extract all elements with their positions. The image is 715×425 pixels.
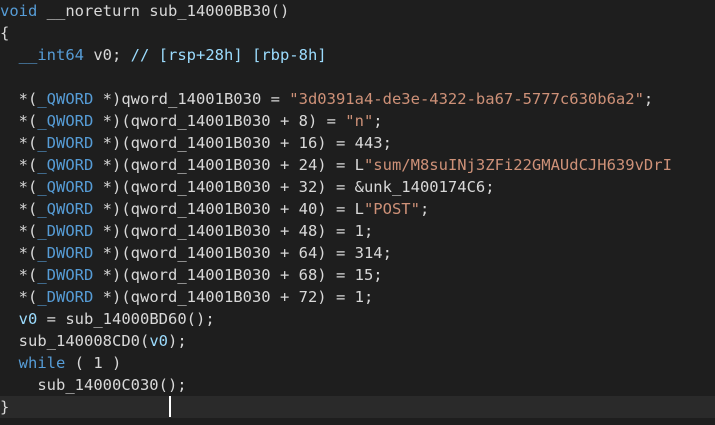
code-token[interactable]: sub_14000C030(); bbox=[0, 376, 186, 394]
code-line[interactable]: *(_DWORD *)(qword_14001B030 + 72) = 1; bbox=[0, 286, 374, 308]
code-token[interactable]: *( bbox=[0, 178, 38, 196]
code-token[interactable]: ; bbox=[644, 90, 653, 108]
code-line[interactable]: { bbox=[0, 22, 9, 44]
code-token[interactable]: *( bbox=[0, 200, 38, 218]
code-line[interactable]: *(_DWORD *)(qword_14001B030 + 68) = 15; bbox=[0, 264, 383, 286]
code-token[interactable]: *( bbox=[0, 222, 38, 240]
code-token[interactable]: __noreturn sub_14000BB30() bbox=[37, 2, 290, 20]
code-line[interactable]: void __noreturn sub_14000BB30() bbox=[0, 0, 289, 22]
code-token[interactable]: *( bbox=[0, 134, 38, 152]
code-token[interactable]: *)(qword_14001B030 + 48) = 1; bbox=[93, 222, 374, 240]
code-token[interactable]: *)qword_14001B030 = bbox=[93, 90, 289, 108]
code-line[interactable]: sub_14000C030(); bbox=[0, 374, 186, 396]
code-line[interactable]: *(_DWORD *)(qword_14001B030 + 16) = 443; bbox=[0, 132, 392, 154]
code-token[interactable]: *)(qword_14001B030 + 40) = L bbox=[93, 200, 364, 218]
code-line[interactable]: *(_QWORD *)(qword_14001B030 + 8) = "n"; bbox=[0, 110, 383, 132]
code-token[interactable]: *( bbox=[0, 266, 38, 284]
code-token[interactable]: ( 1 ) bbox=[65, 354, 122, 372]
code-token[interactable]: *)(qword_14001B030 + 68) = 15; bbox=[93, 266, 383, 284]
code-token[interactable] bbox=[0, 354, 19, 372]
code-token[interactable]: _DWORD bbox=[37, 222, 93, 240]
code-token[interactable]: sub_140008CD0( bbox=[0, 332, 150, 350]
code-line[interactable]: } bbox=[0, 396, 715, 418]
code-token[interactable]: *( bbox=[0, 288, 38, 306]
code-token[interactable]: "3d0391a4-de3e-4322-ba67-5777c630b6a2" bbox=[289, 90, 644, 108]
code-line[interactable]: *(_QWORD *)(qword_14001B030 + 24) = L"su… bbox=[0, 154, 672, 176]
code-token[interactable]: while bbox=[19, 354, 66, 372]
code-line[interactable]: *(_DWORD *)(qword_14001B030 + 48) = 1; bbox=[0, 220, 374, 242]
code-token[interactable]: ; bbox=[420, 200, 429, 218]
code-token[interactable] bbox=[0, 46, 19, 64]
code-token[interactable]: } bbox=[0, 398, 9, 416]
code-token[interactable]: *)(qword_14001B030 + 8) = bbox=[93, 112, 345, 130]
code-token[interactable]: ; bbox=[373, 112, 382, 130]
code-line[interactable]: __int64 v0; // [rsp+28h] [rbp-8h] bbox=[0, 44, 327, 66]
code-token[interactable]: // [rsp+28h] [rbp-8h] bbox=[131, 46, 327, 64]
code-token[interactable]: _QWORD bbox=[37, 200, 93, 218]
code-token[interactable]: "n" bbox=[345, 112, 373, 130]
code-token[interactable]: _DWORD bbox=[37, 266, 93, 284]
code-token[interactable]: *)(qword_14001B030 + 64) = 314; bbox=[93, 244, 392, 262]
code-token[interactable] bbox=[0, 310, 19, 328]
code-line[interactable]: v0 = sub_14000BD60(); bbox=[0, 308, 215, 330]
code-token[interactable]: _QWORD bbox=[37, 90, 93, 108]
code-token[interactable]: "sum/M8suINj3ZFi22GMAUdCJH639vDrI bbox=[364, 156, 672, 174]
code-token[interactable]: v0; bbox=[84, 46, 131, 64]
pseudocode-editor[interactable]: void __noreturn sub_14000BB30() { __int64… bbox=[0, 0, 715, 425]
code-token[interactable]: *)(qword_14001B030 + 24) = L bbox=[93, 156, 364, 174]
code-token[interactable]: _DWORD bbox=[37, 244, 93, 262]
code-token[interactable]: _QWORD bbox=[37, 178, 93, 196]
code-line[interactable]: while ( 1 ) bbox=[0, 352, 122, 374]
code-line[interactable]: sub_140008CD0(v0); bbox=[0, 330, 187, 352]
code-line[interactable]: *(_DWORD *)(qword_14001B030 + 64) = 314; bbox=[0, 242, 392, 264]
code-token[interactable]: __int64 bbox=[19, 46, 84, 64]
code-token[interactable]: *)(qword_14001B030 + 32) = &unk_1400174C… bbox=[93, 178, 495, 196]
code-line[interactable]: *(_QWORD *)qword_14001B030 = "3d0391a4-d… bbox=[0, 88, 654, 110]
code-token[interactable]: "POST" bbox=[364, 200, 420, 218]
code-token[interactable]: *( bbox=[0, 156, 38, 174]
code-token[interactable]: *)(qword_14001B030 + 72) = 1; bbox=[93, 288, 374, 306]
code-line[interactable]: *(_QWORD *)(qword_14001B030 + 40) = L"PO… bbox=[0, 198, 430, 220]
code-token[interactable]: { bbox=[0, 24, 9, 42]
code-token[interactable]: _QWORD bbox=[37, 156, 93, 174]
code-token[interactable]: v0 bbox=[149, 332, 168, 350]
code-token[interactable]: _DWORD bbox=[37, 288, 93, 306]
code-token[interactable]: _DWORD bbox=[37, 134, 93, 152]
code-token[interactable]: v0 bbox=[19, 310, 38, 328]
code-token[interactable]: *( bbox=[0, 112, 38, 130]
code-token[interactable]: *( bbox=[0, 244, 38, 262]
code-token[interactable]: *( bbox=[0, 90, 38, 108]
text-cursor bbox=[169, 396, 171, 417]
code-token[interactable]: ); bbox=[168, 332, 187, 350]
code-token[interactable]: *)(qword_14001B030 + 16) = 443; bbox=[93, 134, 392, 152]
code-token[interactable]: = sub_14000BD60(); bbox=[37, 310, 215, 328]
code-line[interactable]: *(_QWORD *)(qword_14001B030 + 32) = &unk… bbox=[0, 176, 495, 198]
code-token[interactable]: _QWORD bbox=[37, 112, 93, 130]
code-token[interactable]: void bbox=[0, 2, 37, 20]
